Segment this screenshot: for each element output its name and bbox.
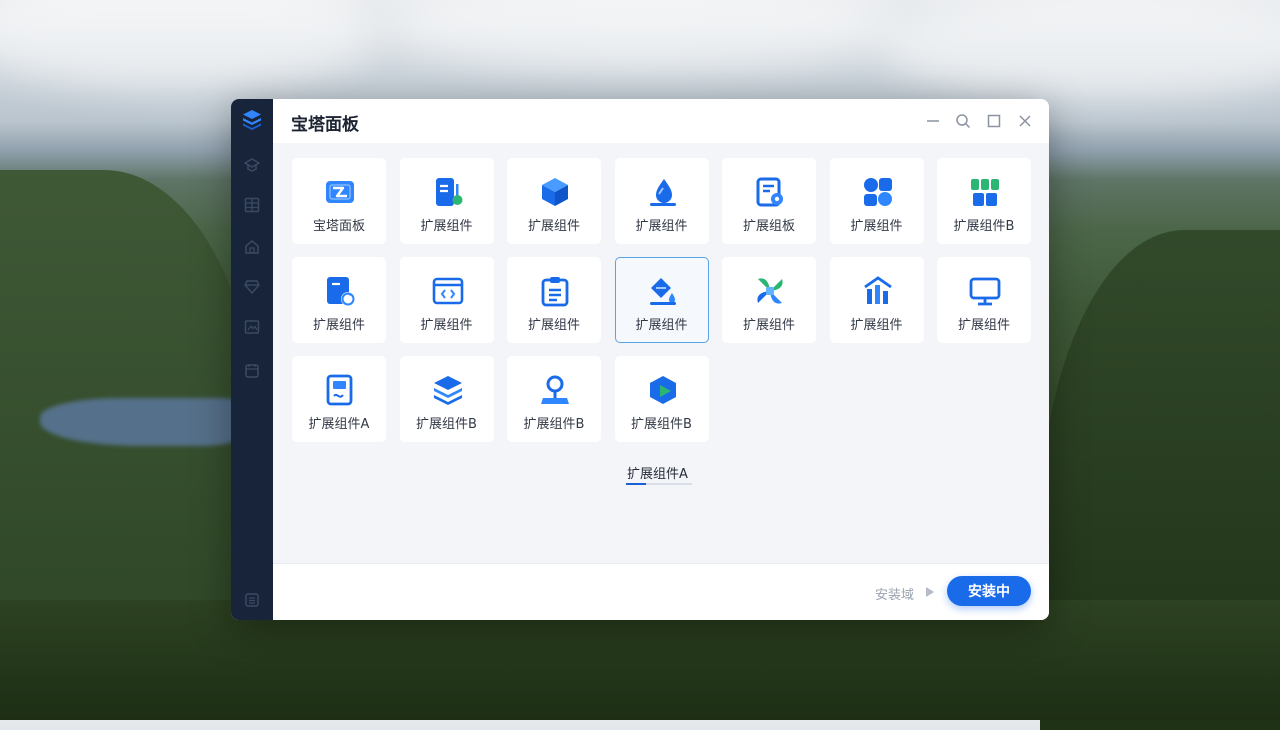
shapes-icon: [862, 176, 894, 208]
ticket-icon: [324, 176, 356, 208]
footer-bar: 安装域 安装中: [273, 563, 1049, 620]
monitor-icon: [969, 275, 1001, 307]
component-area: 宝塔面板 扩展组件 扩展组件 扩展组件 扩展组板 扩展组件 扩展组件B 扩展组件…: [273, 143, 1049, 564]
search-icon[interactable]: [955, 113, 971, 129]
component-tile[interactable]: 扩展组板: [722, 158, 816, 244]
tile-label: 扩展组件: [312, 318, 365, 333]
component-tile[interactable]: 扩展组件: [722, 257, 816, 343]
tile-label: 扩展组件: [527, 219, 580, 234]
document-edit-icon: [324, 374, 356, 406]
browser-code-icon: [432, 275, 464, 307]
component-tile[interactable]: 扩展组件B: [399, 356, 494, 442]
component-tile[interactable]: 扩展组件: [937, 257, 1031, 343]
sidebar-diamond-icon[interactable]: [244, 279, 260, 295]
minimize-icon[interactable]: [925, 113, 941, 129]
tile-label: 扩展组件: [635, 318, 688, 333]
component-tile[interactable]: 宝塔面板: [292, 158, 386, 244]
sidebar-grid-icon[interactable]: [244, 197, 260, 213]
map-pin-icon: [539, 374, 571, 406]
droplet-icon: [647, 176, 679, 208]
file-refresh-icon: [324, 275, 356, 307]
component-tile[interactable]: 扩展组件: [829, 257, 924, 343]
sidebar-calendar-icon[interactable]: [244, 363, 260, 379]
component-tile[interactable]: 扩展组件: [507, 158, 601, 244]
component-tile[interactable]: 扩展组件B: [614, 356, 709, 442]
tile-label: 扩展组件: [420, 318, 473, 333]
chart-house-icon: [862, 275, 894, 307]
play-icon[interactable]: [925, 586, 935, 598]
blocks-icon: [969, 176, 1001, 208]
tab-active-indicator: [626, 483, 646, 485]
install-button[interactable]: 安装中: [947, 576, 1031, 606]
app-window: 宝塔面板 宝塔面板 扩展组件 扩展组件 扩展组件 扩展组板 扩展组件 扩展组件B…: [231, 99, 1049, 620]
server-badge-icon: [432, 176, 464, 208]
component-tile[interactable]: 扩展组件: [829, 158, 924, 244]
tile-label: 扩展组件: [957, 318, 1010, 333]
paint-bucket-icon: [647, 275, 679, 307]
component-tile[interactable]: 扩展组件: [614, 158, 709, 244]
tile-label: 扩展组件B: [953, 219, 1015, 234]
tile-label: 扩展组件: [850, 318, 903, 333]
maximize-icon[interactable]: [986, 113, 1002, 129]
tile-label: 扩展组件: [850, 219, 903, 234]
play-box-icon: [647, 374, 679, 406]
petals-icon: [754, 275, 786, 307]
clipboard-icon: [539, 275, 571, 307]
tile-label: 扩展组件: [635, 219, 688, 234]
title-bar: 宝塔面板: [273, 99, 1049, 144]
component-tile[interactable]: 扩展组件B: [937, 158, 1031, 244]
tile-label: 扩展组件B: [631, 417, 692, 432]
component-tile[interactable]: 扩展组件B: [507, 356, 601, 442]
component-tile[interactable]: 扩展组件: [399, 257, 494, 343]
component-tile[interactable]: 扩展组件: [399, 158, 494, 244]
tile-label: 宝塔面板: [312, 219, 365, 234]
document-gear-icon: [754, 176, 786, 208]
sidebar: [231, 99, 273, 620]
tile-label: 扩展组件: [527, 318, 580, 333]
component-tile[interactable]: 扩展组件A: [292, 356, 386, 442]
tab-extension-a[interactable]: 扩展组件A: [627, 463, 688, 482]
tile-label: 扩展组件: [420, 219, 473, 234]
sidebar-graduation-icon[interactable]: [244, 157, 260, 173]
layers-icon: [432, 374, 464, 406]
tile-label: 扩展组件: [742, 318, 795, 333]
cube-icon: [539, 176, 571, 208]
close-icon[interactable]: [1017, 113, 1033, 129]
component-grid: 宝塔面板 扩展组件 扩展组件 扩展组件 扩展组板 扩展组件 扩展组件B 扩展组件…: [292, 158, 1031, 442]
sidebar-menu-icon[interactable]: [244, 592, 260, 608]
tile-label: 扩展组件A: [308, 417, 370, 432]
app-logo-icon[interactable]: [240, 107, 264, 131]
install-status-text: 安装域: [874, 588, 914, 603]
window-title: 宝塔面板: [291, 115, 359, 135]
tile-label: 扩展组件B: [416, 417, 477, 432]
sidebar-image-icon[interactable]: [244, 319, 260, 335]
tile-label: 扩展组板: [742, 219, 795, 234]
component-tile-selected[interactable]: 扩展组件: [614, 257, 709, 343]
sidebar-home-icon[interactable]: [244, 239, 260, 255]
tile-label: 扩展组件B: [523, 417, 585, 432]
component-tile[interactable]: 扩展组件: [292, 257, 386, 343]
component-tile[interactable]: 扩展组件: [507, 257, 601, 343]
